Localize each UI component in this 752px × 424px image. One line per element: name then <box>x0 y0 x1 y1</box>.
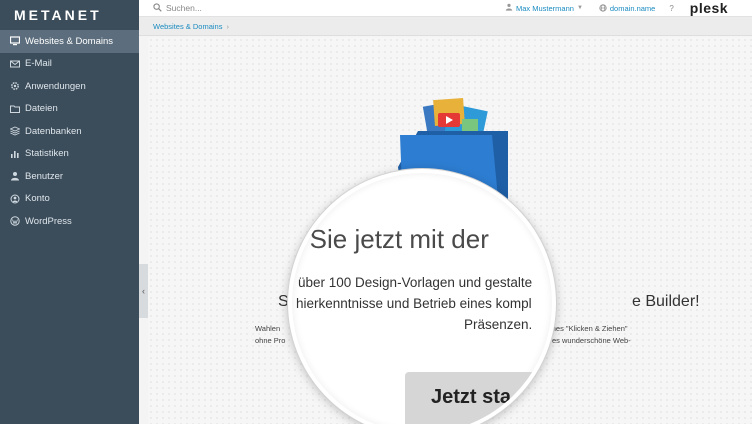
bar-chart-icon <box>9 149 20 159</box>
sidebar-item-label: Statistiken <box>25 148 69 160</box>
user-icon <box>505 3 513 13</box>
domain-name: domain.name <box>609 3 656 13</box>
sidebar-item-label: E-Mail <box>25 58 52 70</box>
user-menu[interactable]: Max Mustermann ▼ <box>505 3 583 13</box>
database-icon <box>9 126 20 136</box>
sidebar-item-websites-domains[interactable]: Websites & Domains <box>0 30 139 53</box>
background-desc-left-1: Wahlen <box>255 324 281 333</box>
plesk-logo: plesk <box>689 0 729 16</box>
sidebar-item-label: Benutzer <box>25 170 64 182</box>
background-desc-right-1: ches "Klicken & Ziehen" <box>548 324 628 333</box>
sidebar-item-konto[interactable]: Konto <box>0 188 139 211</box>
account-icon <box>9 194 20 204</box>
sidebar-item-label: Anwendungen <box>25 80 86 92</box>
main-content: n Sie jetzt mit der Sta e Builder! Wahle… <box>148 37 752 424</box>
lens-text-line-2: hierkenntnisse und Betrieb eines kompl <box>296 296 532 311</box>
user-name: Max Mustermann <box>516 3 574 13</box>
sidebar-item-benutzer[interactable]: Benutzer <box>0 165 139 188</box>
sidebar-collapse-button[interactable]: ‹ <box>139 264 148 318</box>
lens-text-line-3: Präsenzen. <box>464 317 533 332</box>
sidebar: METANET Websites & Domains E-Mail Anwend… <box>0 0 139 424</box>
sidebar-nav: Websites & Domains E-Mail Anwendungen Da… <box>0 30 139 233</box>
sidebar-item-datenbanken[interactable]: Datenbanken <box>0 120 139 143</box>
background-desc-left-2: ohne Pro <box>255 336 286 345</box>
mail-icon <box>9 59 20 69</box>
brand-logo[interactable]: METANET <box>0 0 139 29</box>
sidebar-item-wordpress[interactable]: WordPress <box>0 210 139 233</box>
sidebar-item-email[interactable]: E-Mail <box>0 53 139 76</box>
top-header: Max Mustermann ▼ domain.name ? plesk <box>139 0 752 17</box>
sidebar-item-dateien[interactable]: Dateien <box>0 98 139 121</box>
domain-selector[interactable]: domain.name <box>599 4 655 13</box>
search-input[interactable] <box>166 3 366 13</box>
start-now-button[interactable]: Jetzt sta <box>405 372 552 424</box>
sidebar-item-label: Konto <box>25 193 50 205</box>
chevron-down-icon: ▼ <box>576 5 583 11</box>
search-icon <box>153 2 162 14</box>
search-box <box>139 2 499 14</box>
wordpress-icon <box>9 216 20 226</box>
sidebar-item-label: Websites & Domains <box>25 35 113 47</box>
sidebar-item-label: Dateien <box>25 103 58 115</box>
sidebar-item-anwendungen[interactable]: Anwendungen <box>0 75 139 98</box>
magnifier-lens: n Sie jetzt mit der über 100 Design-Vorl… <box>288 169 556 424</box>
help-icon[interactable]: ? <box>669 4 673 13</box>
globe-icon <box>599 4 607 12</box>
breadcrumb-item-websites-domains[interactable]: Websites & Domains <box>153 22 222 31</box>
breadcrumb-separator: › <box>226 21 229 31</box>
background-subtitle-right: e Builder! <box>632 293 700 310</box>
chevron-left-icon: ‹ <box>142 286 145 296</box>
background-desc-right-2: es wunderschöne Web- <box>552 336 631 345</box>
sidebar-item-statistiken[interactable]: Statistiken <box>0 143 139 166</box>
user-icon <box>9 171 20 181</box>
gear-icon <box>9 81 20 91</box>
folder-icon <box>9 104 20 114</box>
breadcrumb: Websites & Domains › <box>139 17 752 36</box>
sidebar-item-label: Datenbanken <box>25 125 82 137</box>
lens-text-line-1: über 100 Design-Vorlagen und gestalte <box>298 275 533 290</box>
sidebar-item-label: WordPress <box>25 215 72 227</box>
monitor-icon <box>9 36 20 46</box>
lens-title: n Sie jetzt mit der <box>288 224 489 254</box>
